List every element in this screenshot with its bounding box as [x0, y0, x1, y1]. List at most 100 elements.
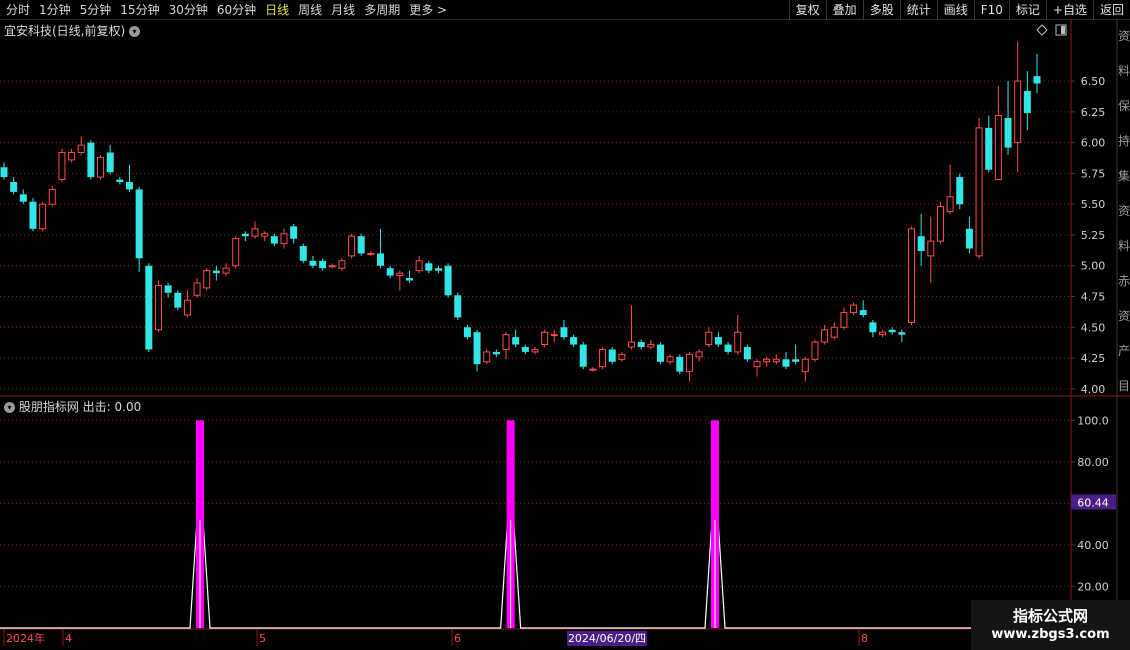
candle	[898, 329, 906, 343]
candle-body	[763, 358, 771, 363]
candle-body	[579, 344, 587, 367]
candle-body	[135, 189, 143, 259]
candle-body	[212, 270, 220, 274]
candle	[377, 228, 385, 269]
candle	[174, 290, 182, 311]
candle	[811, 339, 819, 362]
candle-body	[290, 226, 298, 239]
candle-body	[888, 329, 896, 333]
watermark: 指标公式网 www.zbgs3.com	[971, 600, 1130, 650]
price-tick-label: 6.00	[1081, 137, 1106, 150]
candle-body	[685, 353, 693, 373]
candle	[801, 356, 809, 382]
candle-body	[560, 327, 568, 338]
candle-body	[714, 337, 722, 345]
candle-body	[87, 142, 95, 178]
candle-body	[425, 263, 433, 271]
candle-body	[29, 201, 37, 229]
candle-body	[415, 260, 423, 272]
candle-body	[1004, 118, 1012, 148]
candle-body	[550, 334, 558, 337]
candle	[367, 250, 375, 256]
candle-body	[608, 349, 616, 362]
candle-body	[39, 203, 47, 230]
watermark-line1: 指标公式网	[1012, 607, 1088, 625]
price-tick-label: 5.25	[1081, 229, 1106, 242]
candle	[946, 164, 954, 215]
candle	[396, 270, 404, 291]
candle-body	[917, 236, 925, 251]
candle	[550, 329, 558, 343]
price-axis: 6.50 6.25 6.00 5.75 5.50 5.25 5.00 4.75 4.50 4.25…	[1071, 75, 1105, 396]
candle-body	[956, 177, 964, 205]
candle-body	[850, 304, 858, 314]
candle	[792, 344, 800, 365]
candle	[87, 140, 95, 180]
candle	[907, 226, 915, 325]
candle-body	[502, 334, 510, 350]
candle-body	[444, 265, 452, 296]
candle-body	[97, 156, 105, 178]
candle-body	[154, 284, 162, 331]
price-grid	[0, 80, 1071, 587]
candle-body	[985, 127, 993, 170]
candle-body	[241, 233, 249, 237]
candle-body	[676, 356, 684, 372]
candle	[328, 263, 336, 269]
candle-body	[338, 260, 346, 269]
candle-body	[367, 252, 375, 255]
candle-body	[328, 265, 336, 268]
indicator-tick-label: 20.00	[1077, 580, 1109, 593]
candle	[405, 270, 413, 283]
candle	[357, 233, 365, 256]
price-tick-label: 4.25	[1081, 352, 1106, 365]
candle-body	[840, 312, 848, 328]
candle-body	[1023, 90, 1031, 114]
side-panel-char: 目	[1118, 379, 1130, 393]
candle-body	[647, 344, 655, 348]
candle-body	[261, 233, 269, 237]
candle	[386, 265, 394, 279]
candle-body	[116, 179, 124, 183]
candle-body	[637, 342, 645, 347]
candle	[135, 186, 143, 272]
date-axis-label: 4	[65, 632, 72, 645]
candle	[48, 185, 56, 207]
candle	[888, 327, 896, 335]
candle	[68, 148, 76, 163]
candle	[956, 173, 964, 210]
candle-body	[531, 348, 539, 353]
candle-body	[521, 346, 529, 352]
candle	[203, 268, 211, 291]
signal-line	[0, 519, 1071, 629]
candle-body	[309, 260, 317, 266]
candle	[415, 255, 423, 274]
candle	[319, 258, 327, 271]
candle	[106, 145, 114, 175]
candle	[714, 332, 722, 347]
candle	[280, 228, 288, 249]
watermark-line2: www.zbgs3.com	[991, 627, 1110, 642]
candle	[434, 265, 442, 274]
indicator-axis: 100.080.0060.0040.0020.0060.44	[1071, 414, 1116, 593]
indicator-tick-label: 100.0	[1077, 414, 1109, 427]
candle-body	[10, 182, 18, 192]
chart-canvas[interactable]: 6.50 6.25 6.00 5.75 5.50 5.25 5.00 4.75 4.50 4.25…	[0, 0, 1130, 650]
candle-body	[174, 292, 182, 308]
candle	[348, 233, 356, 259]
candle-body	[492, 351, 500, 355]
candle-body	[879, 331, 887, 336]
candle	[270, 233, 278, 247]
side-panel-char: 保	[1118, 99, 1130, 113]
candle-body	[48, 188, 56, 205]
candle	[570, 334, 578, 347]
candle	[126, 164, 134, 192]
candle	[116, 177, 124, 185]
candle-body	[126, 182, 134, 190]
right-info-panel: 资料保持集资料赤资产目	[1118, 29, 1130, 393]
candle-body	[77, 144, 85, 153]
candle-body	[1014, 80, 1022, 144]
candle	[492, 349, 500, 357]
side-panel-char: 资	[1118, 309, 1130, 323]
candle-body	[821, 329, 829, 343]
